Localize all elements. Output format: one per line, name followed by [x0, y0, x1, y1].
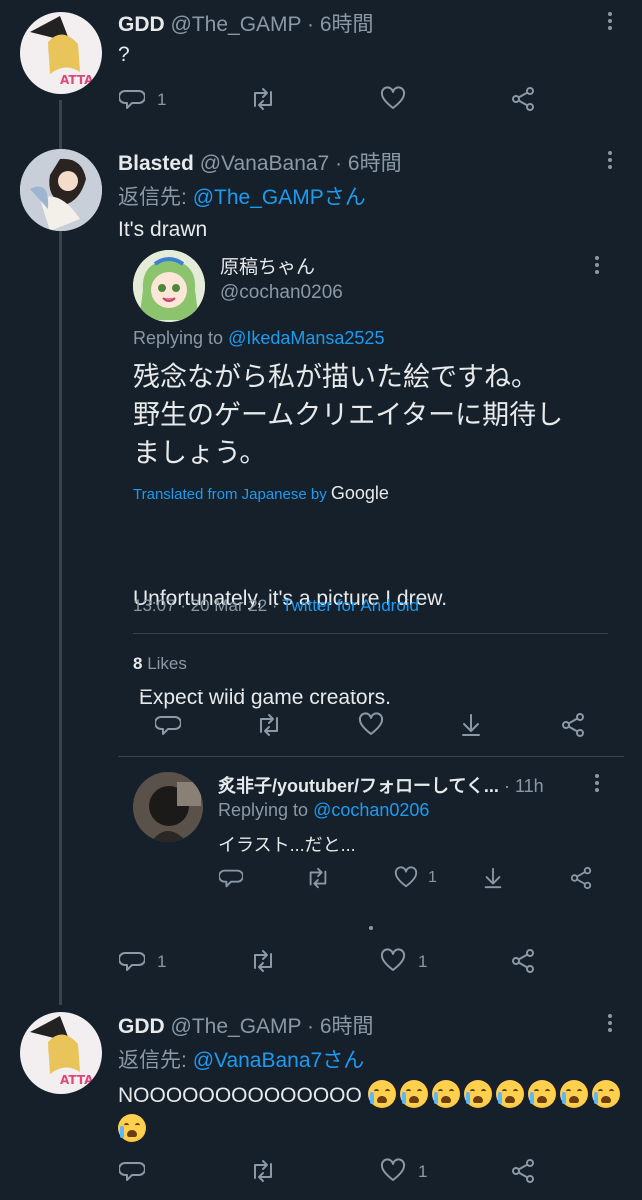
handle-time: @The_GAMP · 6時間 [170, 1015, 374, 1038]
handle-time: @VanaBana7 · 6時間 [199, 152, 402, 175]
reply-icon[interactable] [219, 866, 243, 890]
like-icon[interactable] [358, 712, 384, 738]
translated-label[interactable]: Translated from Japanese by [133, 486, 327, 503]
more-icon[interactable] [595, 774, 601, 795]
reply-count: 1 [157, 90, 167, 109]
avatar[interactable] [133, 250, 205, 322]
reply-icon[interactable] [119, 948, 145, 974]
reply-icon[interactable] [119, 1158, 145, 1184]
display-name[interactable]: Blasted [118, 152, 194, 175]
like-icon[interactable] [380, 86, 406, 112]
avatar[interactable] [133, 772, 203, 842]
tweet-text-body: NOOOOOOOOOOOOOO [118, 1084, 362, 1107]
more-icon[interactable] [608, 151, 614, 172]
display-name[interactable]: GDD [118, 13, 165, 36]
quoted-text-line: 野生のゲームクリエイターに期待し [133, 400, 564, 430]
quoted-text: 残念ながら私が描いた絵ですね。 野生のゲームクリエイターに期待し ましょう。 [133, 358, 563, 472]
handle-time: @The_GAMP · 6時間 [170, 13, 374, 36]
divider [133, 633, 608, 634]
reply-prefix: 返信先: [118, 186, 187, 209]
replying-to-link[interactable]: @IkedaMansa2525 [228, 328, 384, 348]
embedded-thread[interactable]: 原稿ちゃん @cochan0206 Replying to @IkedaMans… [118, 238, 624, 908]
like-icon[interactable] [380, 1158, 406, 1184]
google-logo: Google [330, 483, 389, 503]
likes-count[interactable]: 8 [133, 654, 142, 673]
retweet-icon[interactable] [248, 1158, 278, 1184]
share-icon[interactable] [569, 866, 593, 890]
thread-line [59, 100, 62, 1005]
retweet-icon[interactable] [254, 712, 284, 738]
share-icon[interactable] [510, 86, 536, 112]
svg-text:ATTACK!: ATTACK! [60, 1073, 102, 1087]
reply-to-link[interactable]: @VanaBana7さん [193, 1049, 365, 1072]
crying-face-emoji [495, 1080, 524, 1108]
replying-prefix: Replying to [218, 800, 309, 820]
quoted-text-line: 残念ながら私が描いた絵ですね。 [133, 362, 538, 392]
avatar[interactable]: ATTACK! [20, 1012, 102, 1094]
more-icon[interactable] [608, 1014, 614, 1035]
handle: @cochan0206 [220, 282, 343, 303]
more-icon[interactable] [595, 256, 601, 277]
reply-count: 1 [157, 952, 167, 971]
reply-time: · 11h [503, 776, 544, 796]
like-icon[interactable] [394, 866, 418, 890]
display-name[interactable]: 原稿ちゃん [220, 252, 315, 279]
reply-icon[interactable] [155, 712, 181, 738]
replying-prefix: Replying to [133, 328, 224, 348]
likes-label[interactable]: Likes [147, 654, 187, 673]
crying-face-emoji [367, 1080, 396, 1108]
quoted-text-line: ましょう。 [133, 438, 267, 468]
like-icon[interactable] [380, 948, 406, 974]
reply-text: イラスト...だと... [218, 835, 356, 855]
svg-text:ATTACK!: ATTACK! [60, 73, 102, 87]
reply-prefix: 返信先: [118, 1049, 187, 1072]
crying-face-emoji [463, 1080, 492, 1108]
bookmark-down-icon[interactable] [481, 866, 505, 890]
avatar[interactable] [20, 149, 102, 231]
retweet-icon[interactable] [248, 86, 278, 112]
scroll-indicator [369, 926, 373, 930]
more-icon[interactable] [608, 12, 614, 33]
crying-face-emoji [118, 1114, 146, 1142]
tweet-text: ? [118, 43, 130, 66]
crying-face-emoji [431, 1080, 460, 1108]
like-count: 1 [418, 1162, 428, 1181]
reply-icon[interactable] [119, 86, 145, 112]
replying-to-link[interactable]: @cochan0206 [313, 800, 429, 820]
display-name[interactable]: GDD [118, 1015, 165, 1038]
crying-face-emoji [591, 1080, 620, 1108]
bookmark-down-icon[interactable] [458, 712, 484, 738]
tweet-text: NOOOOOOOOOOOOOO [118, 1079, 638, 1147]
share-icon[interactable] [510, 948, 536, 974]
reply-to-link[interactable]: @The_GAMPさん [193, 186, 366, 209]
timestamp: 13:07 · 20 Mar 22 · [133, 596, 282, 615]
crying-face-emoji [399, 1080, 428, 1108]
source-link[interactable]: Twitter for Android [282, 596, 419, 615]
translation-line: Expect wild game creators. [133, 686, 391, 709]
crying-face-emoji [527, 1080, 556, 1108]
crying-face-emoji [559, 1080, 588, 1108]
share-icon[interactable] [560, 712, 586, 738]
translation-text: Unfortunately, it's a picture I drew. Ex… [133, 516, 447, 780]
share-icon[interactable] [510, 1158, 536, 1184]
display-name[interactable]: 炙非子/youtuber/フォローしてく... [218, 776, 499, 796]
divider [133, 691, 608, 692]
divider [118, 756, 624, 757]
retweet-icon[interactable] [304, 866, 332, 890]
like-count: 1 [428, 869, 437, 886]
like-count: 1 [418, 952, 428, 971]
retweet-icon[interactable] [248, 948, 278, 974]
avatar[interactable]: ATTACK! [20, 12, 102, 94]
